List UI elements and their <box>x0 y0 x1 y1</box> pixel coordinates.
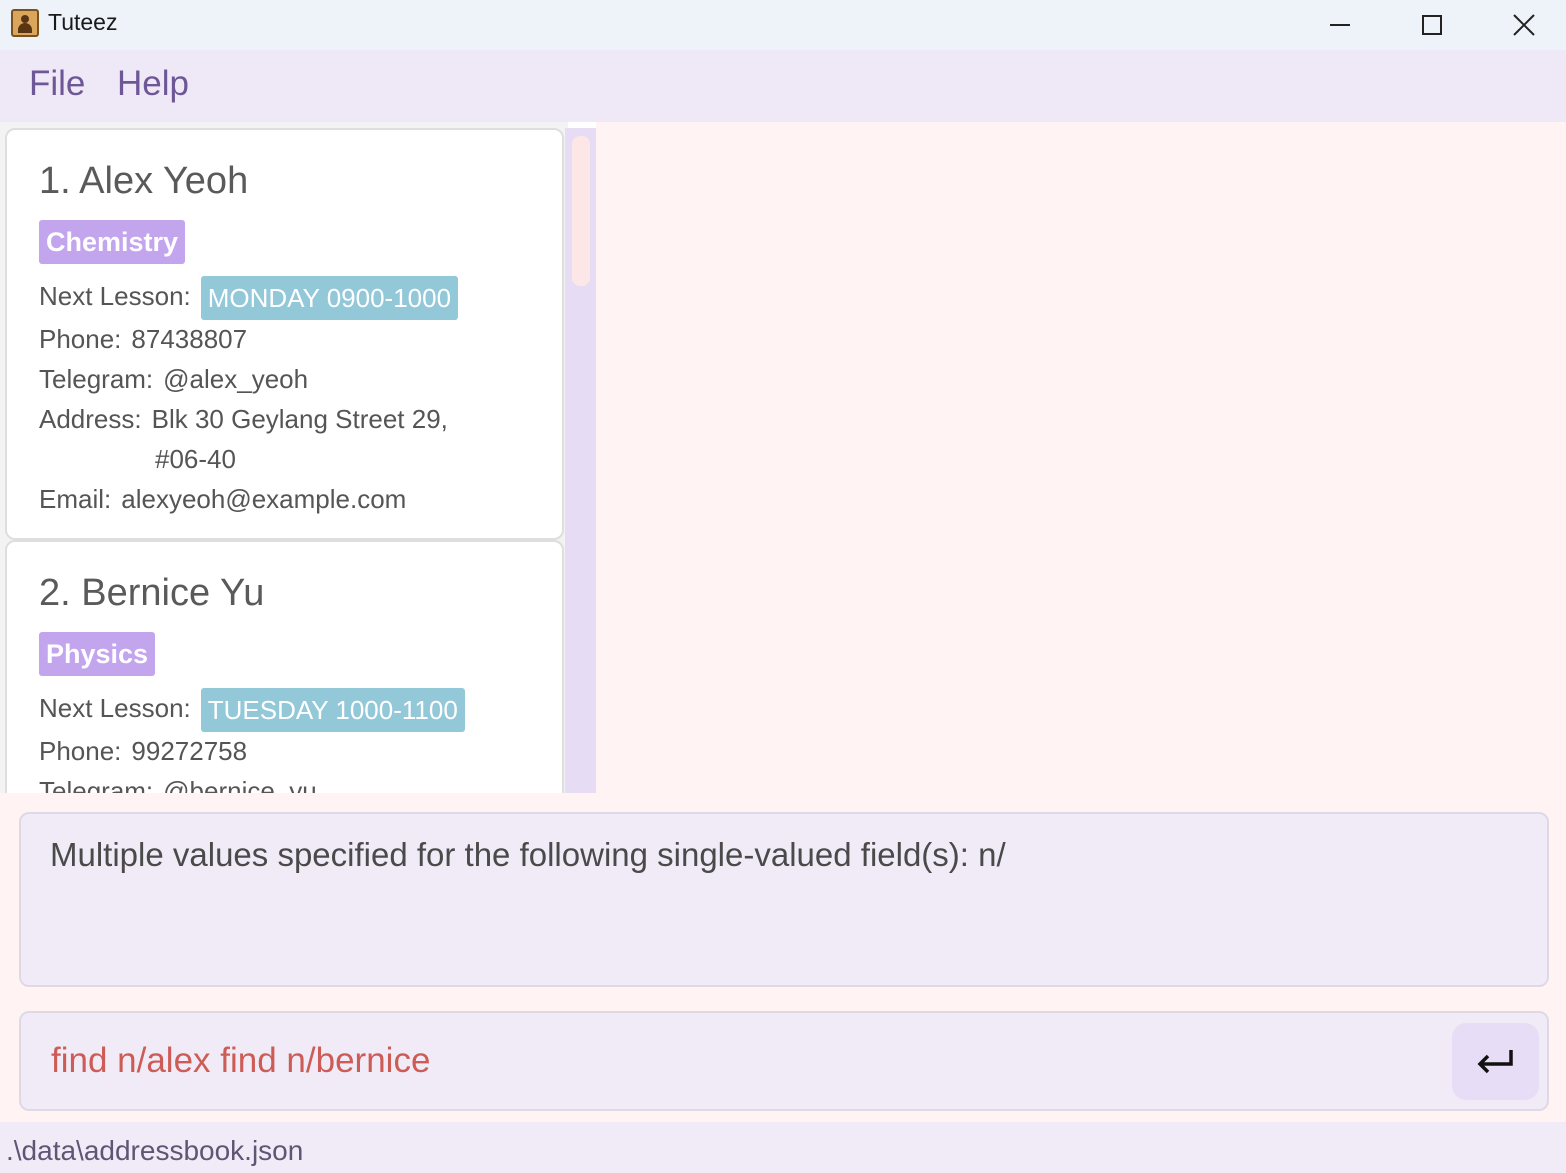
address-label: Address: <box>39 404 142 434</box>
address-line1: Blk 30 Geylang Street 29, <box>151 404 448 434</box>
subject-tag: Physics <box>39 632 156 676</box>
person-card[interactable]: 2. Bernice Yu Physics Next Lesson: TUESDA… <box>5 540 564 793</box>
telegram-label: Telegram: <box>39 364 154 394</box>
maximize-button[interactable] <box>1386 0 1478 50</box>
minimize-icon <box>1330 24 1350 26</box>
telegram-value: @bernice_yu <box>163 776 317 793</box>
close-icon <box>1513 14 1535 36</box>
next-lesson-tag: MONDAY 0900-1000 <box>200 276 459 320</box>
save-file-path: .\data\addressbook.json <box>6 1135 304 1166</box>
telegram-label: Telegram: <box>39 776 154 793</box>
next-lesson-row: Next Lesson: TUESDAY 1000-1100 <box>39 688 465 732</box>
telegram-row: Telegram: @alex_yeoh <box>39 364 308 395</box>
menu-file[interactable]: File <box>29 64 85 104</box>
person-name: 2. Bernice Yu <box>39 572 265 614</box>
phone-value: 99272758 <box>131 736 248 766</box>
next-lesson-tag: TUESDAY 1000-1100 <box>200 688 465 732</box>
phone-label: Phone: <box>39 736 122 766</box>
window-title: Tuteez <box>48 9 118 35</box>
list-scrollbar[interactable] <box>565 128 596 793</box>
subject-tag: Chemistry <box>39 220 186 264</box>
phone-row: Phone: 99272758 <box>39 736 247 767</box>
command-input[interactable] <box>51 1035 1431 1087</box>
phone-row: Phone: 87438807 <box>39 324 247 355</box>
address-row: Address: Blk 30 Geylang Street 29, <box>39 404 448 435</box>
telegram-row: Telegram: @bernice_yu <box>39 776 317 793</box>
next-lesson-label: Next Lesson: <box>39 692 191 723</box>
person-list-panel: 1. Alex Yeoh Chemistry Next Lesson: MONDA… <box>0 122 596 793</box>
phone-value: 87438807 <box>131 324 248 354</box>
menu-bar: File Help <box>0 50 1566 122</box>
next-lesson-row: Next Lesson: MONDAY 0900-1000 <box>39 276 459 320</box>
status-bar: .\data\addressbook.json <box>0 1122 1566 1173</box>
address-line2: #06-40 <box>155 444 236 474</box>
command-box <box>19 1011 1549 1111</box>
app-contact-icon <box>11 9 39 37</box>
minimize-button[interactable] <box>1294 0 1386 50</box>
title-bar: Tuteez <box>0 0 1566 50</box>
person-list[interactable]: 1. Alex Yeoh Chemistry Next Lesson: MONDA… <box>0 122 568 793</box>
result-message: Multiple values specified for the follow… <box>50 836 1006 873</box>
scrollbar-thumb[interactable] <box>572 136 590 286</box>
close-button[interactable] <box>1478 0 1566 50</box>
person-name: 1. Alex Yeoh <box>39 160 249 202</box>
email-label: Email: <box>39 484 112 514</box>
menu-help[interactable]: Help <box>117 64 189 104</box>
email-row: Email: alexyeoh@example.com <box>39 484 406 515</box>
submit-command-button[interactable] <box>1452 1023 1539 1100</box>
enter-return-icon <box>1477 1049 1513 1073</box>
phone-label: Phone: <box>39 324 122 354</box>
person-card[interactable]: 1. Alex Yeoh Chemistry Next Lesson: MONDA… <box>5 128 564 540</box>
maximize-icon <box>1422 15 1442 35</box>
email-value: alexyeoh@example.com <box>121 484 407 514</box>
result-display[interactable]: Multiple values specified for the follow… <box>19 812 1549 987</box>
next-lesson-label: Next Lesson: <box>39 280 191 311</box>
telegram-value: @alex_yeoh <box>163 364 309 394</box>
